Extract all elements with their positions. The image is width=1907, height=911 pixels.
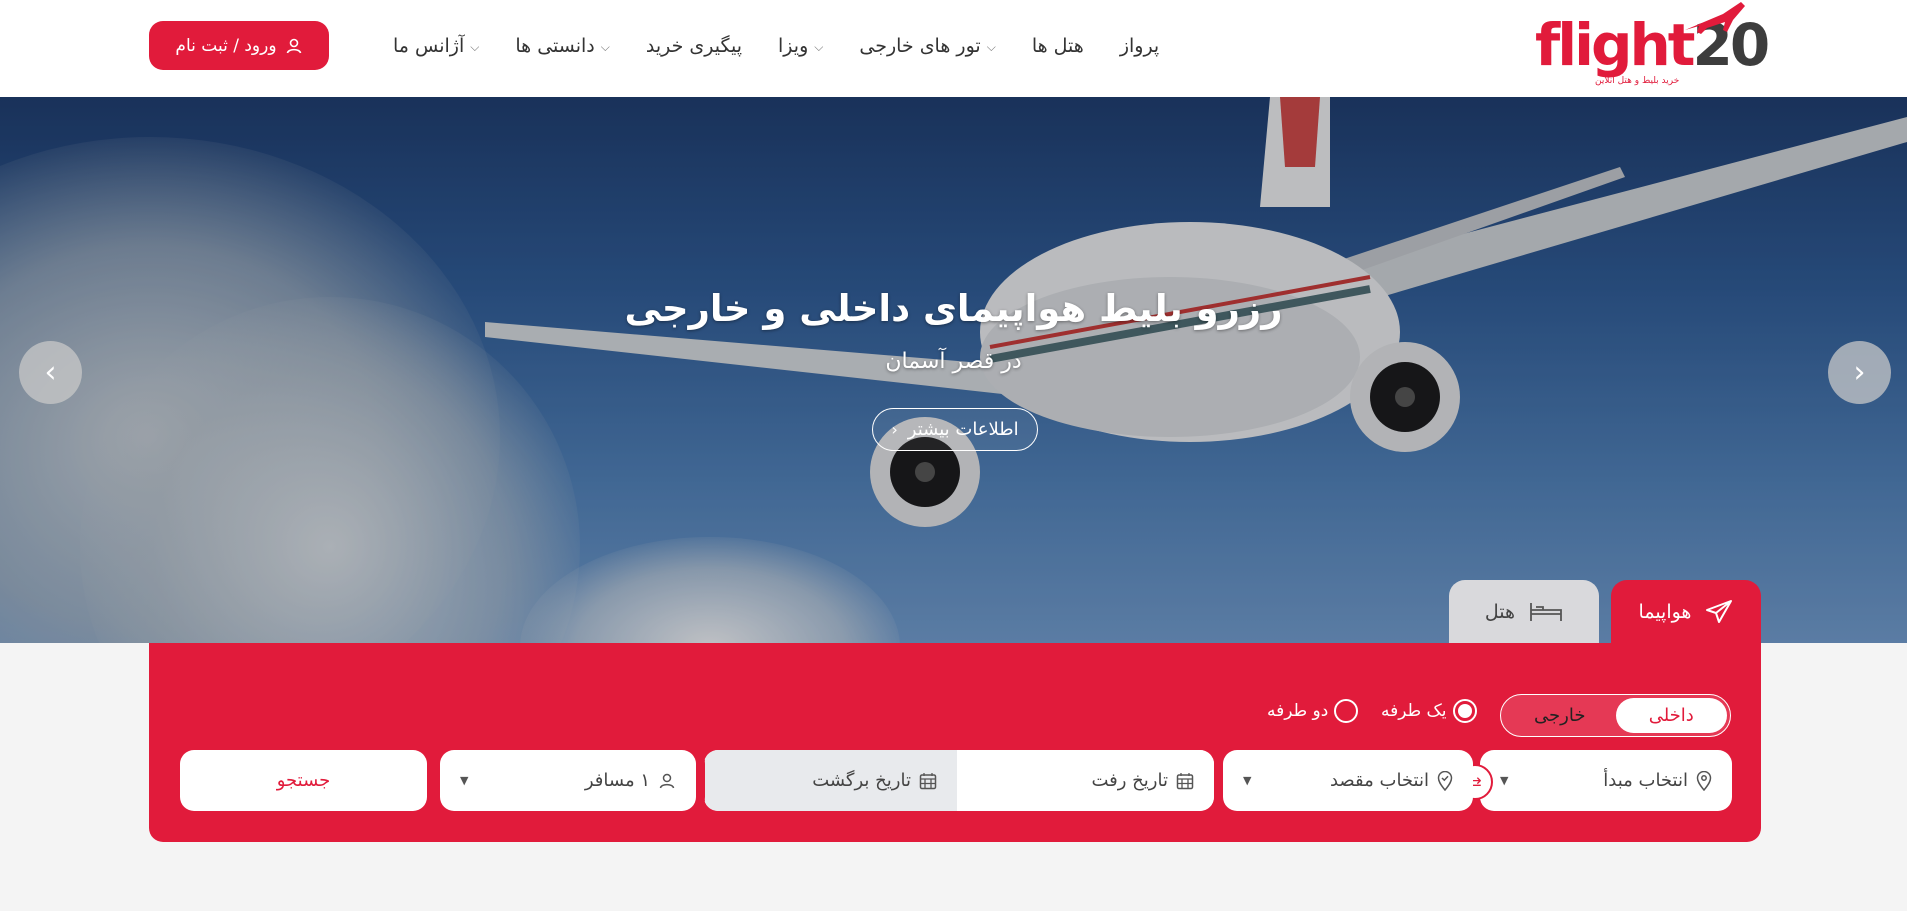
trip-roundtrip-label: دو طرفه: [1267, 701, 1329, 721]
passenger-select[interactable]: ۱ مسافر ▼: [440, 750, 696, 811]
tab-hotel-label: هتل: [1484, 600, 1516, 623]
chevron-down-icon: ⌵: [470, 39, 480, 54]
login-register-label: ورود / ثبت نام: [175, 35, 277, 56]
nav-knowledge-label: دانستی ها: [515, 35, 595, 57]
location-check-icon: [1437, 770, 1453, 791]
calendar-icon: [1176, 772, 1194, 790]
nav-flight[interactable]: پرواز: [1102, 28, 1177, 64]
nav-track-order-label: پیگیری خرید: [645, 35, 743, 57]
hero-slider: رزرو بلیط هواپیمای داخلی و خارجی در قصر …: [0, 97, 1907, 643]
calendar-icon: [919, 772, 937, 790]
radio-unselected-icon: [1334, 699, 1359, 723]
nav-foreign-tours-label: تور های خارجی: [859, 35, 981, 57]
flight-search-panel: خارجی داخلی یک طرفه دو طرفه انتخاب مبدأ …: [149, 643, 1761, 842]
paper-plane-icon: [1705, 599, 1733, 625]
bed-icon: [1529, 601, 1563, 623]
nav-track-order[interactable]: پیگیری خرید: [628, 28, 760, 64]
chevron-left-icon: ‹: [891, 420, 898, 439]
nav-hotels-label: هتل ها: [1031, 35, 1084, 57]
slider-next-button[interactable]: ›: [1828, 341, 1891, 404]
destination-placeholder: انتخاب مقصد: [1329, 770, 1429, 791]
user-icon: [658, 772, 676, 790]
return-date-field[interactable]: تاریخ برگشت: [704, 750, 957, 811]
nav-foreign-tours[interactable]: تور های خارجی ⌵: [841, 28, 1013, 64]
scope-foreign-label: خارجی: [1534, 705, 1586, 726]
flight20-logo[interactable]: flight20 خرید بلیط و هتل آنلاین: [1535, 0, 1770, 92]
caret-down-icon: ▼: [460, 774, 469, 787]
chevron-down-icon: ⌵: [986, 39, 996, 54]
search-button[interactable]: جستجو: [180, 750, 427, 811]
more-info-button[interactable]: اطلاعات بیشتر ‹: [872, 408, 1038, 451]
origin-select[interactable]: انتخاب مبدأ ▼: [1480, 750, 1732, 811]
scope-domestic-label: داخلی: [1648, 705, 1694, 726]
depart-date-field[interactable]: تاریخ رفت: [964, 750, 1214, 811]
domestic-foreign-toggle[interactable]: خارجی داخلی: [1500, 694, 1731, 737]
tab-hotel[interactable]: هتل: [1449, 580, 1599, 643]
return-date-label: تاریخ برگشت: [812, 770, 911, 791]
tab-flight-label: هواپیما: [1638, 600, 1692, 623]
nav-flight-label: پرواز: [1119, 35, 1160, 57]
slider-prev-button[interactable]: ‹: [19, 341, 82, 404]
search-button-label: جستجو: [276, 770, 331, 791]
origin-placeholder: انتخاب مبدأ: [1603, 770, 1688, 791]
nav-agency-label: آژانس ما: [393, 35, 465, 57]
nav-visa-label: ویزا: [778, 35, 809, 57]
caret-down-icon: ▼: [1243, 774, 1252, 787]
location-pin-icon: [1696, 770, 1712, 791]
chevron-down-icon: ⌵: [600, 39, 610, 54]
trip-oneway-label: یک طرفه: [1381, 701, 1447, 721]
scope-domestic-option[interactable]: داخلی: [1615, 698, 1727, 733]
tab-flight[interactable]: هواپیما: [1611, 580, 1761, 643]
destination-select[interactable]: انتخاب مقصد ▼: [1223, 750, 1473, 811]
user-icon: [285, 37, 303, 55]
login-register-button[interactable]: ورود / ثبت نام: [149, 21, 329, 70]
radio-selected-icon: [1452, 699, 1477, 723]
logo-plane-icon: [1683, 0, 1747, 36]
chevron-right-icon: ›: [1853, 355, 1866, 390]
main-nav: پرواز هتل ها تور های خارجی ⌵ ویزا ⌵ پیگیری…: [375, 28, 1175, 64]
nav-agency[interactable]: آژانس ما ⌵: [375, 28, 497, 64]
site-header: flight20 خرید بلیط و هتل آنلاین پرواز هت…: [0, 0, 1907, 97]
trip-roundtrip-radio[interactable]: دو طرفه: [1267, 699, 1359, 723]
hero-title: رزرو بلیط هواپیمای داخلی و خارجی: [624, 287, 1283, 330]
passenger-count-label: ۱ مسافر: [584, 770, 650, 791]
hero-subtitle: در قصر آسمان: [885, 349, 1022, 374]
nav-hotels[interactable]: هتل ها: [1014, 28, 1102, 64]
scope-foreign-option[interactable]: خارجی: [1504, 698, 1616, 733]
caret-down-icon: ▼: [1500, 774, 1509, 787]
chevron-left-icon: ‹: [44, 355, 57, 390]
more-info-label: اطلاعات بیشتر: [907, 419, 1019, 440]
date-range-picker: تاریخ رفت تاریخ برگشت: [704, 750, 1214, 811]
logo-tagline: خرید بلیط و هتل آنلاین: [1595, 76, 1680, 86]
chevron-down-icon: ⌵: [814, 39, 824, 54]
trip-oneway-radio[interactable]: یک طرفه: [1381, 699, 1477, 723]
nav-knowledge[interactable]: دانستی ها ⌵: [497, 28, 628, 64]
nav-visa[interactable]: ویزا ⌵: [760, 28, 841, 64]
depart-date-label: تاریخ رفت: [1091, 770, 1168, 791]
